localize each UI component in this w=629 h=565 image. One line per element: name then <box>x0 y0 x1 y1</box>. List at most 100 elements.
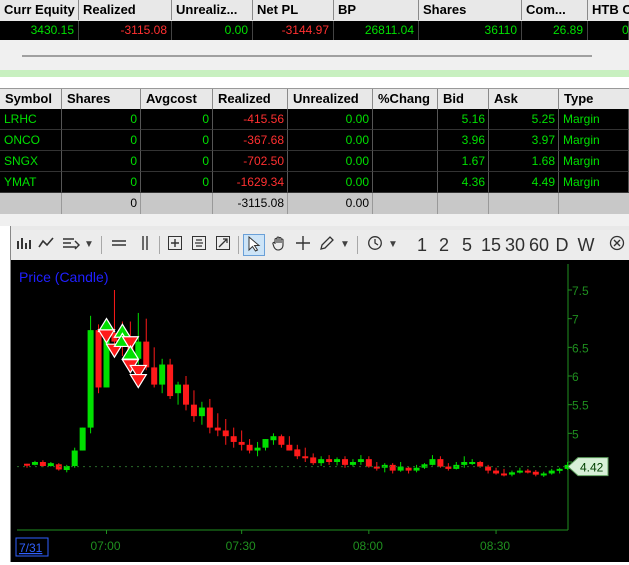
pointer-icon[interactable] <box>243 234 265 256</box>
col-pos-shares[interactable]: Shares <box>62 89 141 109</box>
col-type[interactable]: Type <box>559 89 629 109</box>
candle-body <box>190 404 197 417</box>
candle-body <box>357 459 364 462</box>
candlestick-chart[interactable]: 7.576.565.554.507:0007:3008:0008:307/31P… <box>11 260 629 562</box>
chart-plot-area[interactable]: 7.576.565.554.507:0007:3008:0008:307/31P… <box>11 260 629 562</box>
candle-body <box>326 459 333 462</box>
col-unrealized[interactable]: Unrealiz... <box>172 0 253 20</box>
htb-value: 0 <box>588 21 629 40</box>
candle-body <box>167 364 174 397</box>
splitter-handle[interactable] <box>22 55 592 57</box>
crosshair-icon[interactable] <box>293 234 313 256</box>
candle-body <box>286 444 293 451</box>
candle-body <box>413 467 420 471</box>
cell-realized: -702.50 <box>213 151 288 172</box>
col-avgcost[interactable]: Avgcost <box>141 89 213 109</box>
col-bp[interactable]: BP <box>334 0 419 20</box>
horizontal-line-icon[interactable] <box>109 234 129 256</box>
indicators-dropdown-icon[interactable]: ▼ <box>83 234 95 256</box>
col-symbol[interactable]: Symbol <box>0 89 62 109</box>
col-htb[interactable]: HTB C <box>588 0 629 20</box>
cell-avgcost: 0 <box>141 172 213 193</box>
candle-body <box>349 462 356 465</box>
interval-button-30[interactable]: 30 <box>505 234 525 256</box>
interval-button-5[interactable]: 5 <box>460 234 474 256</box>
candle-body <box>429 459 436 465</box>
cell-pct <box>373 109 438 130</box>
candle-body <box>508 472 515 475</box>
toolbar-separator <box>101 236 102 254</box>
candle-body <box>548 470 555 474</box>
interval-button-d[interactable]: D <box>554 234 570 256</box>
candle-body <box>365 459 372 467</box>
interval-button-w[interactable]: W <box>577 234 595 256</box>
panel-separator <box>0 214 629 226</box>
y-tick-label: 7 <box>572 313 579 327</box>
close-icon[interactable] <box>607 234 627 256</box>
candle-body <box>516 470 523 473</box>
table-row[interactable]: ONCO 0 0 -367.68 0.00 3.96 3.97 Margin <box>0 130 629 151</box>
interval-button-2[interactable]: 2 <box>437 234 451 256</box>
candle-body <box>493 470 500 474</box>
cell-realized: -367.68 <box>213 130 288 151</box>
interval-button-1[interactable]: 1 <box>415 234 429 256</box>
vertical-line-icon[interactable] <box>135 234 155 256</box>
pan-hand-icon[interactable] <box>269 234 289 256</box>
account-values-row: 3430.15 -3115.08 0.00 -3144.97 26811.04 … <box>0 21 629 40</box>
table-row[interactable]: LRHC 0 0 -415.56 0.00 5.16 5.25 Margin <box>0 109 629 130</box>
col-pct-change[interactable]: %Chang <box>373 89 438 109</box>
date-label: 7/31 <box>19 541 43 555</box>
candle-body <box>405 467 412 471</box>
chart-window: ▼ ▼ ▼ 1 2 5 15 30 60 D W 7.5 7 6.5 6 5.5… <box>10 226 629 562</box>
candle-body <box>175 384 182 394</box>
line-style-icon[interactable] <box>37 234 55 256</box>
toolbar-separator <box>159 236 160 254</box>
zoom-in-icon[interactable] <box>165 234 185 256</box>
col-curr-equity[interactable]: Curr Equity <box>0 0 79 20</box>
toolbar-separator <box>238 236 239 254</box>
col-commission[interactable]: Com... <box>522 0 588 20</box>
candle-body <box>230 436 237 442</box>
curr-equity-value: 3430.15 <box>0 21 79 40</box>
col-realized[interactable]: Realized <box>79 0 172 20</box>
candle-body <box>556 468 563 471</box>
zoom-fit-icon[interactable] <box>189 234 209 256</box>
timeframe-dropdown-icon[interactable]: ▼ <box>387 234 399 256</box>
col-pos-unrealized[interactable]: Unrealized <box>288 89 373 109</box>
candle-body <box>421 464 428 468</box>
candle-body <box>254 447 261 451</box>
col-bid[interactable]: Bid <box>438 89 489 109</box>
cell-shares: 0 <box>62 172 141 193</box>
x-tick-label: 08:00 <box>353 539 383 553</box>
table-row[interactable]: YMAT 0 0 -1629.34 0.00 4.36 4.49 Margin <box>0 172 629 193</box>
interval-button-15[interactable]: 15 <box>481 234 501 256</box>
panel-splitter[interactable] <box>0 40 629 70</box>
col-ask[interactable]: Ask <box>489 89 559 109</box>
zoom-reset-icon[interactable] <box>213 234 233 256</box>
draw-dropdown-icon[interactable]: ▼ <box>339 234 351 256</box>
candle-body <box>95 330 102 388</box>
candle-body <box>159 364 166 385</box>
chart-title: Price (Candle) <box>19 269 108 285</box>
x-tick-label: 08:30 <box>480 539 510 553</box>
pencil-icon[interactable] <box>317 234 337 256</box>
cell-ask: 4.49 <box>489 172 559 193</box>
col-shares[interactable]: Shares <box>419 0 522 20</box>
clock-icon[interactable] <box>365 234 385 256</box>
total-unrealized: 0.00 <box>288 193 373 214</box>
indicators-icon[interactable] <box>61 234 81 256</box>
table-row[interactable]: SNGX 0 0 -702.50 0.00 1.67 1.68 Margin <box>0 151 629 172</box>
toolbar-separator <box>357 236 358 254</box>
candle-body <box>246 444 253 451</box>
col-net-pl[interactable]: Net PL <box>253 0 334 20</box>
total-cell <box>438 193 489 214</box>
cell-unrealized: 0.00 <box>288 109 373 130</box>
candle-body <box>47 463 54 467</box>
candle-body <box>151 367 158 385</box>
interval-button-60[interactable]: 60 <box>529 234 549 256</box>
candle-body <box>198 407 205 417</box>
total-realized: -3115.08 <box>213 193 288 214</box>
bar-chart-style-icon[interactable] <box>15 234 33 256</box>
col-pos-realized[interactable]: Realized <box>213 89 288 109</box>
candle-body <box>143 341 150 368</box>
